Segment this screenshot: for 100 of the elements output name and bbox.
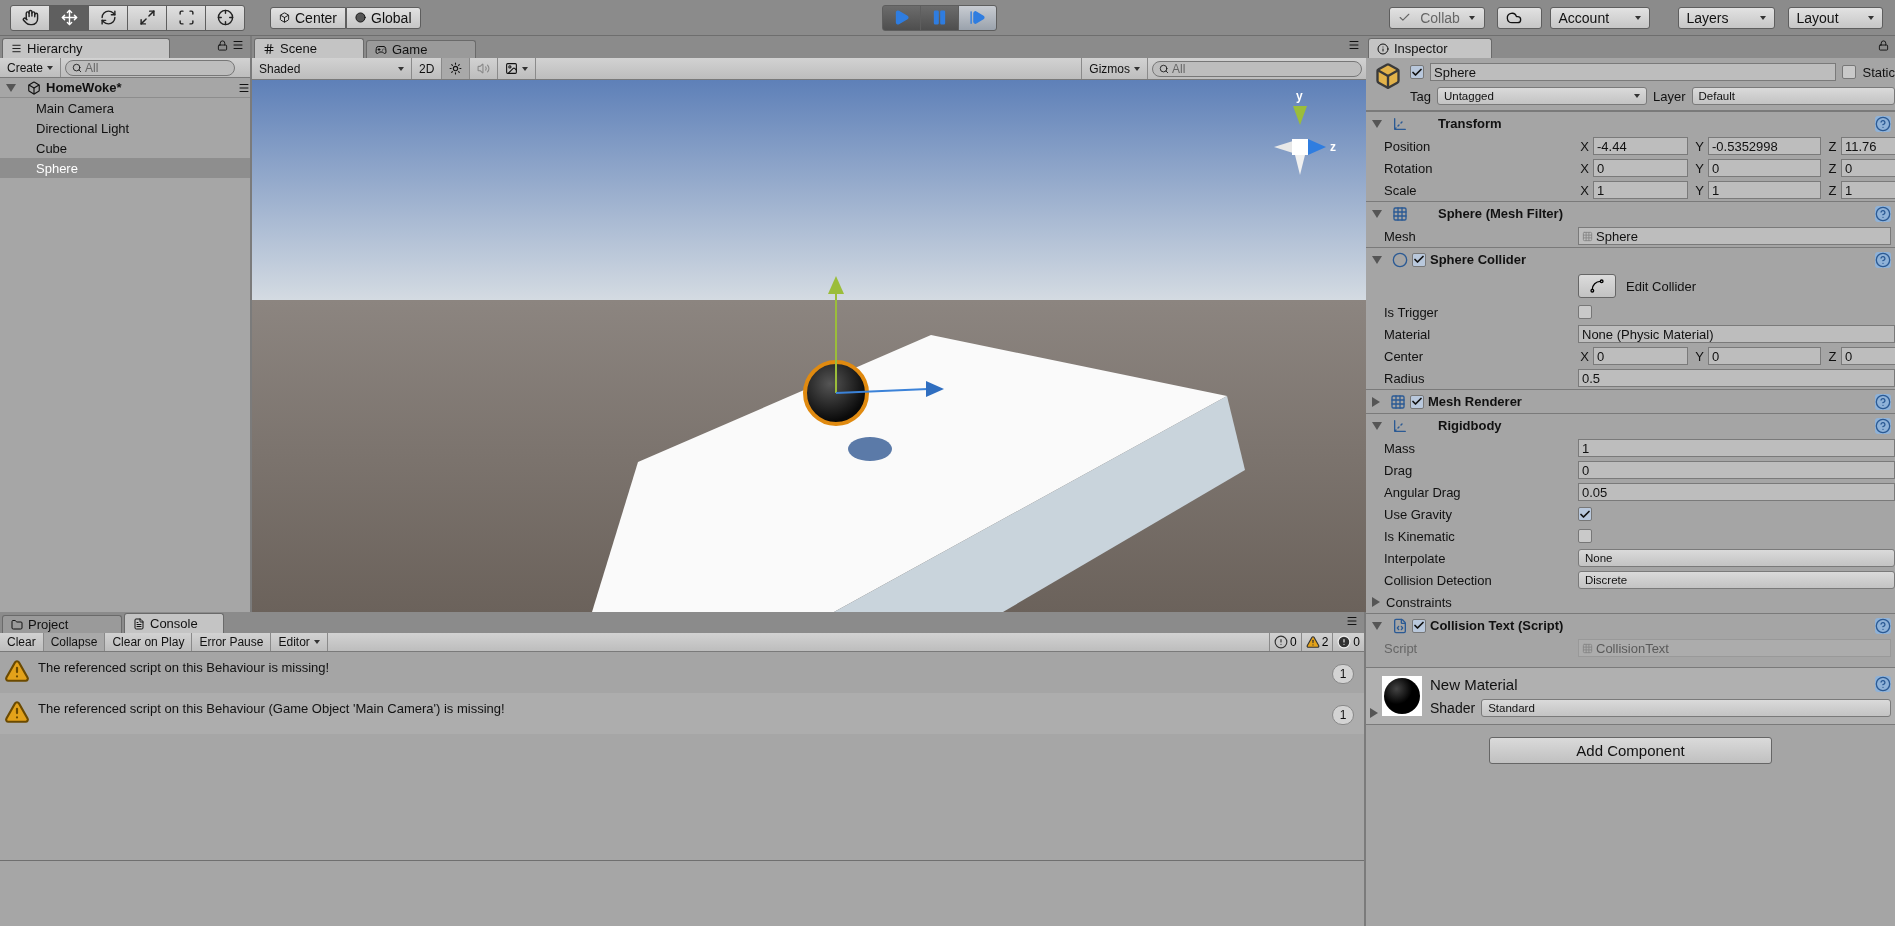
component-title[interactable]: Mesh Renderer — [1428, 394, 1871, 409]
hierarchy-tab[interactable]: Hierarchy — [2, 38, 170, 58]
tag-dropdown[interactable]: Untagged — [1436, 87, 1647, 105]
hierarchy-item[interactable]: Cube — [0, 138, 250, 158]
input-field[interactable]: 1 — [1578, 439, 1895, 457]
input-field[interactable]: 0.5 — [1578, 369, 1895, 387]
component-title[interactable]: Sphere Collider — [1430, 252, 1871, 267]
number-field[interactable]: 1 — [1593, 181, 1688, 199]
number-field[interactable]: 0 — [1593, 347, 1688, 365]
enable-checkbox[interactable] — [1412, 618, 1426, 633]
dropdown[interactable]: None — [1578, 549, 1895, 567]
lighting-toggle[interactable] — [442, 58, 471, 79]
number-field[interactable]: 0 — [1708, 347, 1821, 365]
hierarchy-item[interactable]: Directional Light — [0, 118, 250, 138]
number-field[interactable]: 0 — [1841, 347, 1895, 365]
editor-dropdown[interactable]: Editor — [271, 633, 328, 651]
foldout-arrow-icon[interactable] — [1372, 421, 1382, 430]
lock-icon[interactable] — [217, 39, 228, 51]
view-tab[interactable]: Scene — [254, 38, 364, 58]
help-icon[interactable] — [1875, 251, 1891, 268]
help-icon[interactable] — [1875, 617, 1891, 634]
shading-dropdown[interactable]: Shaded — [252, 58, 412, 79]
enable-checkbox[interactable] — [1410, 394, 1424, 409]
number-field[interactable]: -0.5352998 — [1708, 137, 1821, 155]
console-toggle[interactable]: Clear on Play — [105, 633, 193, 651]
input-field[interactable]: 0.05 — [1578, 483, 1895, 501]
dropdown[interactable]: Discrete — [1578, 571, 1895, 589]
enable-checkbox[interactable] — [1412, 252, 1426, 267]
pause-button[interactable] — [919, 4, 959, 31]
help-icon[interactable] — [1875, 393, 1891, 410]
number-field[interactable]: 1 — [1708, 181, 1821, 199]
number-field[interactable]: 11.76 — [1841, 137, 1895, 155]
foldout-arrow-icon[interactable] — [1372, 255, 1382, 264]
layers-button[interactable]: Layers — [1677, 6, 1775, 29]
component-title[interactable]: Collision Text (Script) — [1430, 618, 1871, 633]
pivot-button[interactable]: Center — [270, 6, 347, 29]
active-checkbox[interactable] — [1410, 65, 1424, 79]
help-icon[interactable] — [1875, 115, 1891, 132]
checkbox[interactable] — [1578, 507, 1592, 521]
console-toggle[interactable]: Error Pause — [192, 633, 272, 651]
rotate-tool-button[interactable] — [88, 4, 128, 31]
static-checkbox[interactable] — [1842, 65, 1857, 79]
cloud-button[interactable] — [1496, 6, 1542, 29]
scene-name[interactable]: HomeWoke* — [46, 80, 233, 95]
checkbox[interactable] — [1578, 305, 1592, 319]
shader-dropdown[interactable]: Standard — [1481, 699, 1891, 717]
hierarchy-item[interactable]: Main Camera — [0, 98, 250, 118]
move-tool-button[interactable] — [49, 4, 89, 31]
foldout-arrow-icon[interactable] — [1372, 621, 1382, 630]
orientation-gizmo-drawing[interactable] — [1274, 106, 1326, 175]
console-toggle[interactable]: Collapse — [43, 633, 106, 651]
help-icon[interactable] — [1875, 417, 1891, 434]
collab-button[interactable]: Collab — [1388, 6, 1485, 29]
foldout-arrow-icon[interactable] — [6, 83, 16, 92]
warning-count-toggle[interactable]: 2 — [1300, 633, 1333, 651]
play-button[interactable] — [881, 4, 921, 31]
foldout-label[interactable]: Constraints — [1386, 594, 1452, 610]
move-gizmo-drawing[interactable] — [828, 276, 944, 397]
hand-tool-button[interactable] — [10, 4, 50, 31]
menu-icon[interactable] — [232, 39, 244, 51]
checkbox[interactable] — [1578, 529, 1592, 543]
component-title[interactable]: Transform — [1438, 116, 1871, 131]
component-title[interactable]: Rigidbody — [1438, 418, 1871, 433]
step-button[interactable] — [957, 4, 997, 31]
layer-dropdown[interactable]: Default — [1691, 87, 1895, 105]
foldout-arrow-icon[interactable] — [1372, 396, 1380, 407]
input-field[interactable]: None (Physic Material) — [1578, 325, 1895, 343]
error-count-toggle[interactable]: 0 — [1332, 633, 1364, 651]
transform-tool-button[interactable] — [205, 4, 245, 31]
edit-collider-button[interactable] — [1578, 274, 1616, 298]
view-tab[interactable]: Game — [366, 40, 476, 58]
input-field[interactable]: 0 — [1578, 461, 1895, 479]
object-field[interactable]: Sphere — [1578, 227, 1891, 245]
lock-icon[interactable] — [1878, 39, 1889, 51]
foldout-arrow-icon[interactable] — [1372, 119, 1382, 128]
help-icon[interactable] — [1875, 676, 1891, 692]
panel-tab[interactable]: Console — [124, 613, 224, 633]
console-toggle[interactable]: Clear — [0, 633, 44, 651]
sphere-object-drawing[interactable] — [803, 360, 869, 426]
number-field[interactable]: 1 — [1841, 181, 1895, 199]
inspector-tab[interactable]: Inspector — [1368, 38, 1492, 58]
foldout-arrow-icon[interactable] — [1372, 597, 1380, 607]
component-title[interactable]: Sphere (Mesh Filter) — [1438, 206, 1871, 221]
rect-tool-button[interactable] — [166, 4, 206, 31]
menu-icon[interactable] — [1348, 39, 1360, 51]
menu-icon[interactable] — [1346, 614, 1358, 627]
log-entry[interactable]: The referenced script on this Behaviour (Game Object 'Main Camera') is missing! 1 — [0, 693, 1364, 734]
number-field[interactable]: 0 — [1841, 159, 1895, 177]
info-count-toggle[interactable]: 0 — [1268, 633, 1301, 651]
foldout-arrow-icon[interactable] — [1372, 209, 1382, 218]
layout-button[interactable]: Layout — [1787, 6, 1883, 29]
gizmos-dropdown[interactable]: Gizmos — [1081, 58, 1148, 79]
number-field[interactable]: 0 — [1708, 159, 1821, 177]
scale-tool-button[interactable] — [127, 4, 167, 31]
number-field[interactable]: -4.44 — [1593, 137, 1688, 155]
number-field[interactable]: 0 — [1593, 159, 1688, 177]
account-button[interactable]: Account — [1549, 6, 1650, 29]
name-field[interactable]: Sphere — [1430, 63, 1837, 81]
add-component-button[interactable]: Add Component — [1489, 737, 1772, 764]
menu-icon[interactable] — [238, 81, 250, 94]
